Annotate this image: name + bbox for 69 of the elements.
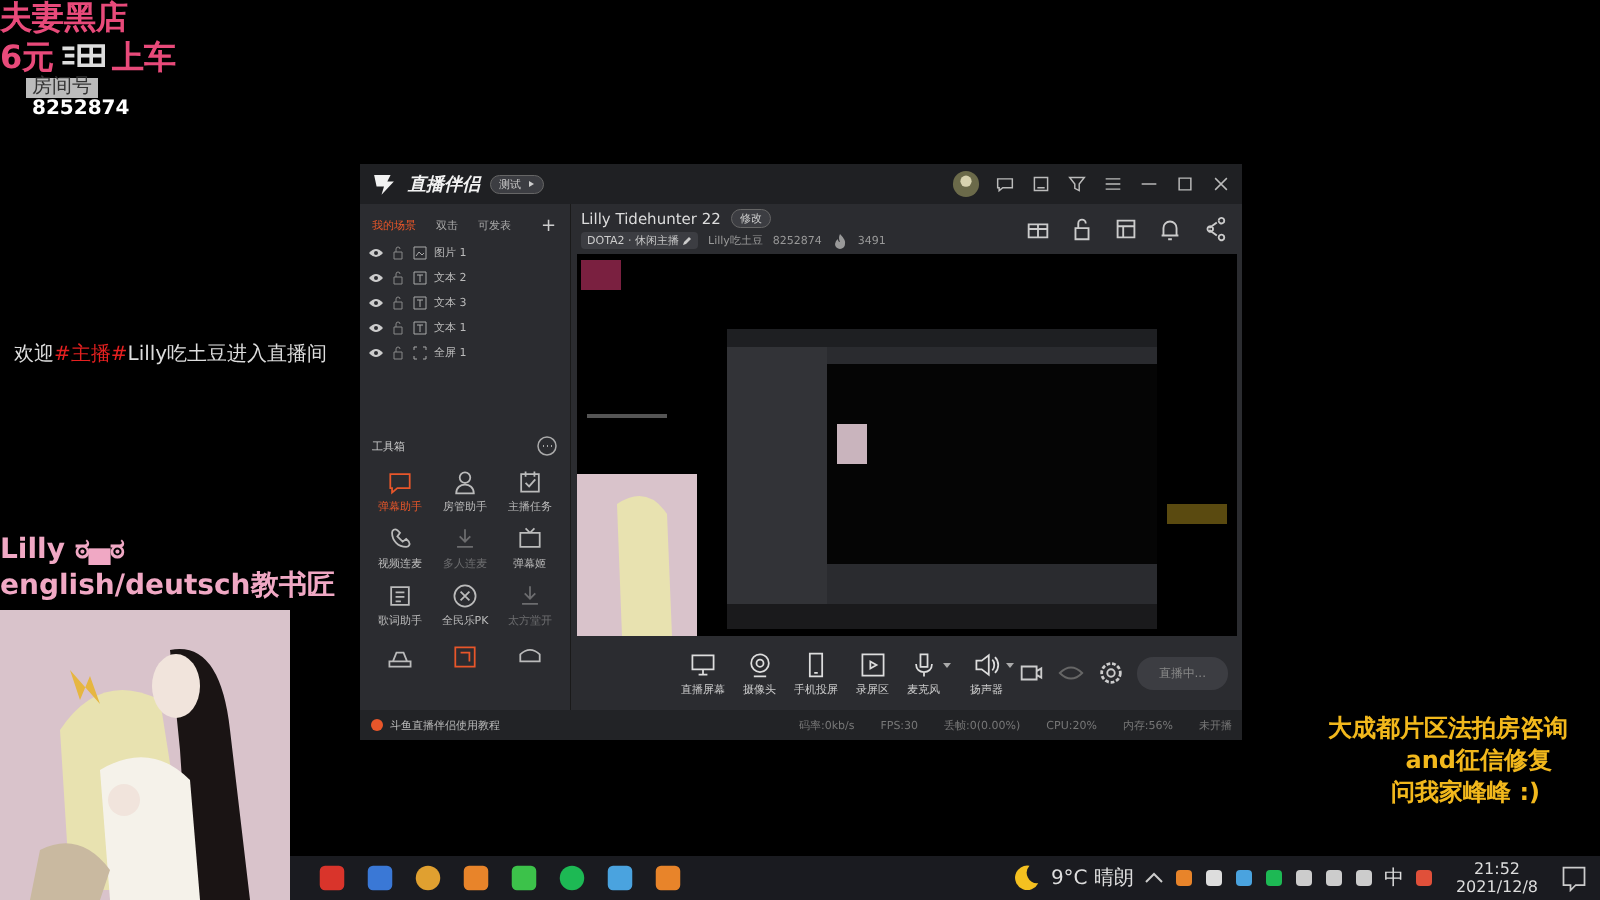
eye-icon[interactable] [368,269,384,286]
tray-icon[interactable] [1203,868,1224,888]
chat-icon [385,467,416,497]
caption-text: Lilly ಠ▄ಠ [0,532,127,568]
notification-icon[interactable] [1560,864,1588,892]
avatar-icon[interactable] [952,170,980,198]
clock-time[interactable]: 21:52 [1473,860,1521,878]
app-icon[interactable] [510,864,538,892]
call-icon [385,524,416,554]
screen-icon[interactable] [1030,173,1052,195]
screen-icon [688,649,718,680]
caret-icon[interactable] [1005,659,1015,670]
logo-icon [370,170,398,198]
overlay-text: and征信修复 [1405,744,1552,776]
tray-icon[interactable] [1293,868,1314,888]
eye-icon[interactable] [368,244,384,261]
chat-icon[interactable] [994,173,1016,195]
overlay-text: 问我家峰峰 :) [1391,776,1540,808]
eye-icon[interactable] [368,344,384,361]
person-icon [450,467,480,497]
frame-icon[interactable] [450,642,480,672]
room-number: 8252874 [32,98,130,120]
overlay-text: 6元 [0,40,55,76]
menu-icon[interactable] [1102,173,1124,195]
add-button[interactable]: + [534,213,562,237]
caret-icon[interactable] [942,659,952,670]
overlay-text: 夫妻黑店 [0,0,128,36]
tray-icon[interactable] [1233,868,1254,888]
bell-icon[interactable] [1156,215,1184,243]
filter-icon[interactable] [1066,173,1088,195]
pencil-icon [682,235,692,246]
chevron-icon[interactable] [1143,868,1164,888]
eye-icon[interactable] [368,294,384,311]
tray-icon[interactable] [1353,868,1374,888]
clock-date[interactable]: 2021/12/8 [1455,878,1538,896]
task-icon [514,467,545,497]
room-label: 房间号 [26,78,98,98]
overlay-text: 大成都片区法拍房咨询 [1328,712,1568,744]
app-icon[interactable] [606,864,634,892]
weather-text[interactable]: 9°C 晴朗 [1050,864,1134,892]
close-icon[interactable] [1210,173,1232,195]
app-icon[interactable] [1413,868,1434,888]
moon-icon [1012,864,1041,892]
app-icon[interactable] [558,864,586,892]
input-method[interactable]: 中 [1383,864,1404,892]
lyrics-icon [385,581,416,611]
calendar-icon[interactable] [1112,215,1140,243]
caption-text: english/deutsch教书匠 [0,568,335,604]
eye-icon[interactable] [368,319,384,336]
tray-icon[interactable] [1323,868,1344,888]
region-icon [857,649,888,680]
app-icon[interactable] [414,864,442,892]
maximize-icon[interactable] [1174,173,1196,195]
app-icon[interactable] [654,864,682,892]
speaker-icon [971,649,1002,680]
tray-icon[interactable] [1263,868,1284,888]
more-icon[interactable] [536,435,558,457]
app-icon[interactable] [366,864,394,892]
overlay-text: 上车 [112,40,176,76]
tray-icon[interactable] [1173,868,1194,888]
tv-icon [514,524,545,554]
app-icon[interactable] [462,864,490,892]
flame-icon [831,232,848,249]
app-icon[interactable] [318,864,346,892]
welcome-message: 欢迎#主播#Lilly吃土豆进入直播间 [14,341,328,368]
pk-icon [450,581,480,611]
app-title: 直播伴侣 [408,172,480,196]
settings-icon[interactable] [1096,659,1125,687]
camera-icon [744,649,775,680]
